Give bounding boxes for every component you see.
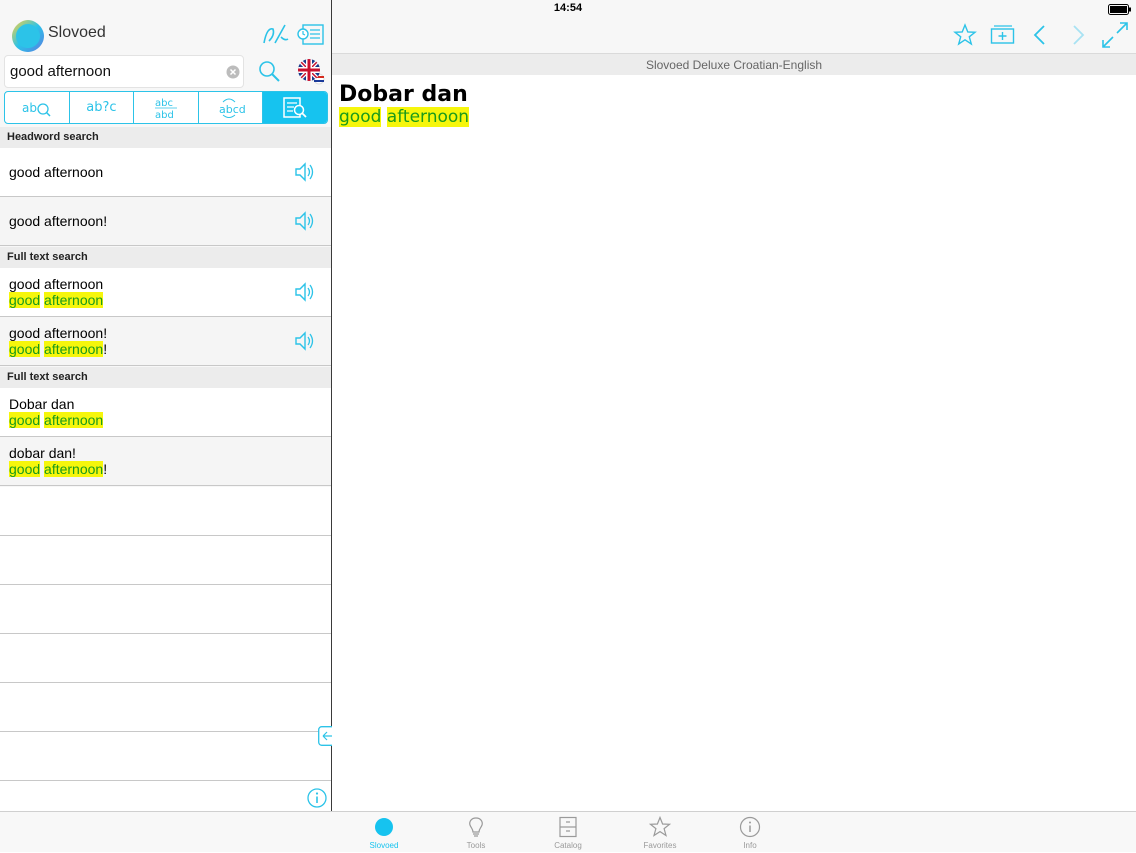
result-snippet: good afternoon — [9, 412, 104, 428]
tab-favorites[interactable]: Favorites — [625, 812, 695, 853]
headword-search-mode-button[interactable]: ab — [5, 92, 70, 123]
result-snippet: good afternoon! — [9, 461, 107, 477]
highlighted-word: afternoon — [44, 292, 104, 308]
list-separator — [0, 780, 331, 781]
fuzzy-search-mode-button[interactable]: abc abd — [134, 92, 199, 123]
highlighted-word: good — [9, 292, 41, 308]
tab-label: Slovoed — [369, 841, 399, 850]
back-arrow-icon[interactable] — [1031, 23, 1049, 47]
dictionary-name-bar: Slovoed Deluxe Croatian-English — [332, 53, 1136, 75]
list-separator — [0, 633, 331, 634]
add-card-icon[interactable] — [990, 23, 1016, 47]
search-mode-segmented-control: ab ab?c abc abd abcd — [4, 91, 328, 124]
result-title: good afternoon — [9, 276, 104, 292]
speaker-icon[interactable] — [292, 209, 316, 233]
handwriting-icon[interactable] — [261, 23, 289, 47]
forward-arrow-icon[interactable] — [1069, 23, 1087, 47]
info-icon[interactable] — [307, 788, 327, 808]
headword-search-header: Headword search — [0, 127, 331, 148]
headword-search-label: ab — [22, 101, 37, 115]
fullscreen-icon[interactable] — [1101, 21, 1129, 49]
slovoed-logo-icon — [12, 20, 44, 52]
search-box — [4, 55, 244, 88]
tab-bar: Slovoed Tools Catalog Favorites Info — [0, 811, 1136, 852]
highlighted-word: afternoon — [44, 341, 104, 357]
highlighted-word: afternoon — [44, 461, 104, 477]
anagram-search-mode-button[interactable]: abcd — [199, 92, 264, 123]
snippet-tail: ! — [103, 461, 108, 477]
result-title: good afternoon! — [9, 325, 108, 341]
article-translation: good afternoon — [339, 107, 470, 127]
svg-text:abc: abc — [155, 98, 173, 109]
result-row[interactable]: good afternoon good afternoon — [0, 268, 331, 317]
result-title: Dobar dan — [9, 396, 75, 412]
highlighted-word: afternoon — [386, 107, 470, 127]
result-snippet: good afternoon — [9, 292, 104, 308]
highlighted-word: good — [339, 107, 382, 127]
list-separator — [0, 584, 331, 585]
article-headword: Dobar dan — [339, 82, 468, 107]
highlighted-word: good — [9, 412, 41, 428]
result-row[interactable]: dobar dan! good afternoon! — [0, 437, 331, 486]
tab-tools[interactable]: Tools — [441, 812, 511, 853]
anagram-search-icon: abcd — [219, 98, 246, 118]
lightbulb-icon — [469, 817, 483, 837]
wildcard-search-label: ab?c — [86, 100, 117, 115]
clear-search-icon[interactable] — [226, 65, 240, 79]
result-row[interactable]: good afternoon! — [0, 197, 331, 246]
tab-label: Tools — [466, 841, 486, 850]
star-icon — [649, 816, 671, 837]
svg-text:abd: abd — [155, 110, 174, 121]
cabinet-icon — [559, 816, 577, 838]
list-separator — [0, 682, 331, 683]
tab-catalog[interactable]: Catalog — [533, 812, 603, 853]
headword-search-icon: ab — [22, 101, 51, 117]
history-list-icon[interactable] — [297, 23, 325, 47]
app-title: Slovoed — [48, 24, 106, 41]
full-text-search-icon — [283, 96, 307, 118]
result-row[interactable]: good afternoon! good afternoon! — [0, 317, 331, 366]
fuzzy-search-icon: abcabd — [154, 98, 177, 121]
highlighted-word: good — [9, 461, 41, 477]
language-flag-icon[interactable] — [297, 58, 325, 86]
info-icon — [739, 816, 761, 838]
result-row[interactable]: Dobar dan good afternoon — [0, 388, 331, 437]
list-separator — [0, 535, 331, 536]
speaker-icon[interactable] — [292, 329, 316, 353]
speaker-icon[interactable] — [292, 160, 316, 184]
slovoed-icon — [375, 818, 393, 836]
result-title: dobar dan! — [9, 445, 76, 461]
tab-label: Info — [743, 841, 757, 850]
full-text-search-mode-button[interactable] — [263, 92, 327, 123]
full-text-search-header: Full text search — [0, 367, 331, 388]
anagram-search-label: abcd — [219, 103, 246, 116]
battery-icon — [1108, 4, 1131, 15]
wildcard-search-mode-button[interactable]: ab?c — [70, 92, 135, 123]
search-input[interactable] — [10, 56, 220, 87]
speaker-icon[interactable] — [292, 280, 316, 304]
tab-label: Favorites — [643, 841, 677, 850]
search-icon[interactable] — [258, 60, 282, 84]
snippet-tail: ! — [103, 341, 108, 357]
result-snippet: good afternoon! — [9, 341, 107, 357]
favorite-star-icon[interactable] — [953, 23, 977, 47]
full-text-search-header: Full text search — [0, 247, 331, 268]
highlighted-word: afternoon — [44, 412, 104, 428]
highlighted-word: good — [9, 341, 41, 357]
result-title: good afternoon! — [9, 213, 108, 229]
list-separator — [0, 731, 331, 732]
article-body — [332, 75, 1136, 811]
result-title: good afternoon — [9, 164, 104, 180]
tab-slovoed[interactable]: Slovoed — [349, 812, 419, 853]
tab-info[interactable]: Info — [715, 812, 785, 853]
tab-label: Catalog — [554, 841, 582, 850]
result-row[interactable]: good afternoon — [0, 148, 331, 197]
